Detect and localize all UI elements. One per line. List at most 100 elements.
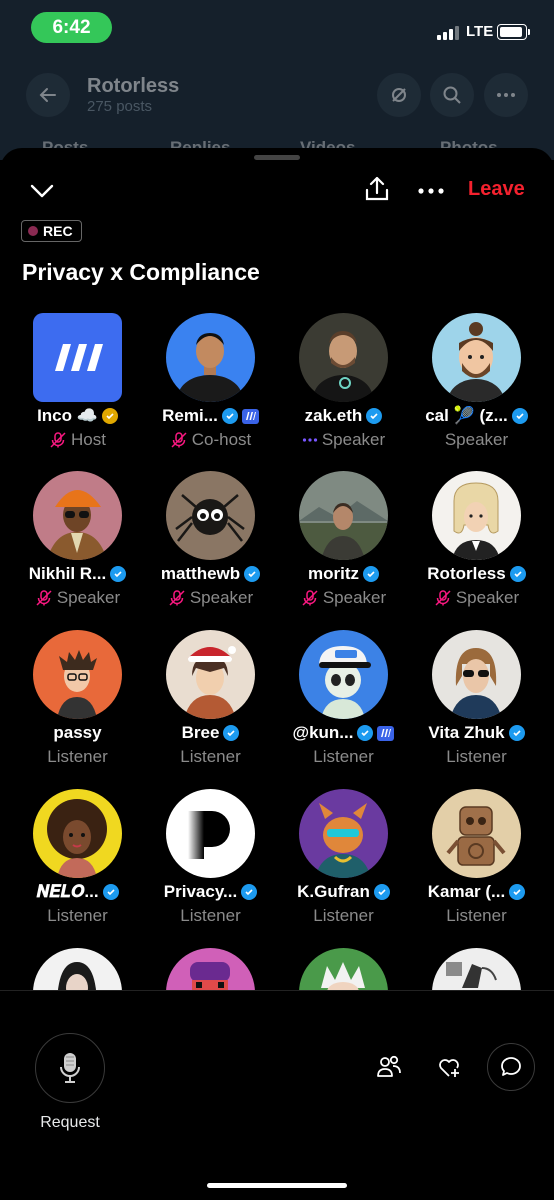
verified-icon (509, 566, 526, 582)
participant-role: Listener (47, 747, 108, 766)
more-options-icon[interactable] (416, 176, 446, 206)
participant-role-row: Speaker (277, 430, 410, 450)
participant-role: Speaker (322, 588, 387, 607)
verified-icon (241, 884, 258, 900)
participant-card[interactable]: Remi... Co-host (144, 313, 277, 463)
home-indicator[interactable] (207, 1183, 347, 1188)
participant-card[interactable]: moritz Speaker (277, 471, 410, 621)
participant-role-row: Listener (11, 906, 144, 926)
participant-role-row: Host (11, 430, 144, 450)
request-mic-button[interactable] (35, 1033, 105, 1103)
verified-icon (221, 408, 238, 424)
leave-button[interactable]: Leave (468, 178, 525, 201)
avatar (299, 313, 388, 402)
verified-icon (509, 884, 526, 900)
space-title: Privacy x Compliance (22, 259, 260, 285)
participant-role: Listener (313, 747, 374, 766)
participant-role: Listener (180, 747, 241, 766)
affiliate-inco-icon (241, 408, 259, 424)
speaking-dots-icon (302, 438, 317, 442)
participant-card[interactable]: passy Listener (11, 630, 144, 780)
participant-role: Speaker (444, 430, 509, 449)
participant-name: Vita Zhuk (428, 723, 505, 742)
participant-role: Listener (47, 906, 108, 925)
more-icon[interactable] (484, 73, 528, 117)
verified-icon (357, 725, 374, 741)
participant-role-row: Speaker (410, 430, 543, 450)
participant-name-row: Kamar (... (410, 882, 543, 902)
participant-name-row: passy (11, 723, 144, 743)
participant-name-row: cal 🎾 (z... (410, 406, 543, 426)
avatar (299, 630, 388, 719)
back-arrow-icon[interactable] (26, 73, 70, 117)
request-label[interactable]: Request (20, 1114, 120, 1132)
status-bar: 6:42 LTE (0, 0, 554, 60)
verified-icon (102, 884, 119, 900)
participant-card[interactable]: matthewb Speaker (144, 471, 277, 621)
chat-bubble-icon[interactable] (487, 1043, 535, 1091)
verified-icon (244, 566, 261, 582)
network-label: LTE (466, 23, 494, 40)
share-icon[interactable] (362, 174, 392, 204)
people-icon[interactable] (366, 1044, 412, 1090)
participant-role-row: Listener (410, 906, 543, 926)
participant-role: Speaker (321, 430, 386, 449)
avatar (33, 471, 122, 560)
participant-role-row: Listener (144, 906, 277, 926)
battery-tip (528, 29, 530, 35)
participant-name: Kamar (... (427, 882, 506, 901)
record-dot-icon (28, 226, 38, 236)
sheet-grabber[interactable] (254, 155, 300, 160)
participant-name-row: Nikhil R... (11, 564, 144, 584)
participant-card[interactable]: Bree Listener (144, 630, 277, 780)
mic-off-icon (169, 590, 185, 606)
verified-icon (511, 408, 528, 424)
participant-name: Nikhil R... (28, 564, 107, 583)
participant-card[interactable]: Inco ☁️ Host (11, 313, 144, 463)
participant-name: passy (53, 723, 102, 742)
space-sheet: Leave REC Privacy x Compliance Inco ☁️ H… (0, 148, 554, 1200)
verified-icon (110, 566, 127, 582)
participant-name-row: matthewb (144, 564, 277, 584)
participant-card[interactable]: Privacy... Listener (144, 789, 277, 939)
participant-name-row: 𝑵𝑬𝑳𝑶... (11, 882, 144, 902)
verified-icon (223, 725, 240, 741)
participant-role: Listener (313, 906, 374, 925)
collapse-chevron-icon[interactable] (27, 176, 57, 206)
participant-card[interactable]: K.Gufran Listener (277, 789, 410, 939)
participant-card[interactable]: Rotorless Speaker (410, 471, 543, 621)
participant-card[interactable]: cal 🎾 (z... Speaker (410, 313, 543, 463)
status-time: 6:42 (31, 12, 112, 43)
rec-badge: REC (21, 220, 82, 242)
verified-icon (373, 884, 390, 900)
participant-name: Privacy... (163, 882, 238, 901)
participant-name: @kun... (292, 723, 354, 742)
participant-card[interactable]: Vita Zhuk Listener (410, 630, 543, 780)
search-icon[interactable] (430, 73, 474, 117)
verified-icon (366, 408, 383, 424)
participant-card[interactable]: Nikhil R... Speaker (11, 471, 144, 621)
bottom-bar: Request (0, 990, 554, 1200)
heart-plus-icon[interactable] (427, 1044, 473, 1090)
participant-card[interactable]: @kun... Listener (277, 630, 410, 780)
participant-role: Host (71, 430, 106, 449)
avatar (166, 313, 255, 402)
participant-card[interactable]: zak.eth Speaker (277, 313, 410, 463)
participant-card[interactable]: 𝑵𝑬𝑳𝑶... Listener (11, 789, 144, 939)
avatar (432, 789, 521, 878)
background-profile-page: 6:42 LTE Rotorless 275 posts Posts Repli… (0, 0, 554, 160)
grok-icon[interactable] (377, 73, 421, 117)
participant-card[interactable]: Kamar (... Listener (410, 789, 543, 939)
participant-name-row: @kun... (277, 723, 410, 743)
participant-role: Listener (446, 747, 507, 766)
microphone-icon (60, 1053, 80, 1083)
avatar (432, 471, 521, 560)
avatar (432, 313, 521, 402)
participant-name-row: Vita Zhuk (410, 723, 543, 743)
participant-role-row: Co-host (144, 430, 277, 450)
verified-icon (363, 566, 379, 582)
participant-name: matthewb (160, 564, 241, 583)
participant-role: Speaker (189, 588, 254, 607)
avatar (33, 313, 122, 402)
profile-header: Rotorless 275 posts (0, 60, 554, 130)
